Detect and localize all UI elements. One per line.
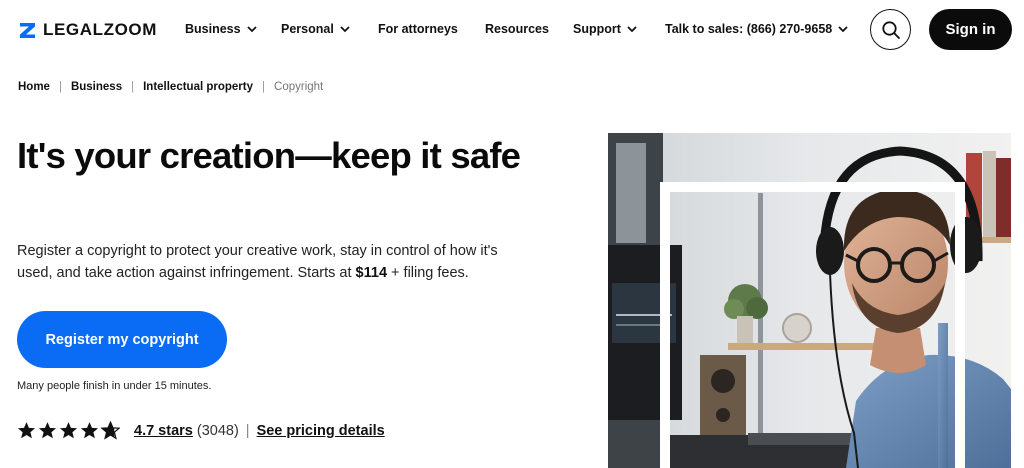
nav-item-talk-to-sales[interactable]: Talk to sales: (866) 270-9658 bbox=[665, 22, 848, 36]
chevron-down-icon bbox=[838, 25, 848, 32]
breadcrumb-separator: | bbox=[131, 81, 135, 93]
hero-photo-illustration bbox=[608, 133, 1011, 468]
nav-item-resources[interactable]: Resources bbox=[485, 22, 549, 36]
breadcrumb: Home | Business | Intellectual property … bbox=[18, 81, 323, 93]
breadcrumb-separator: | bbox=[262, 81, 266, 93]
nav-item-label: Business bbox=[185, 22, 241, 36]
rating-summary: 4.7 stars (3048) | See pricing details bbox=[17, 421, 385, 440]
star-full-icon bbox=[80, 422, 99, 439]
review-count: (3048) bbox=[196, 422, 239, 439]
page-title: It's your creation—keep it safe bbox=[17, 135, 521, 176]
breadcrumb-intellectual-property[interactable]: Intellectual property bbox=[143, 81, 253, 93]
nav-item-label: Personal bbox=[281, 22, 334, 36]
chevron-down-icon bbox=[246, 25, 257, 32]
see-pricing-details-link[interactable]: See pricing details bbox=[257, 423, 385, 439]
sign-in-button[interactable]: Sign in bbox=[929, 9, 1012, 50]
nav-item-label: Resources bbox=[485, 22, 549, 36]
star-full-icon bbox=[38, 422, 57, 439]
search-icon bbox=[881, 20, 900, 39]
finish-time-note: Many people finish in under 15 minutes. bbox=[17, 380, 212, 392]
brand-name: LEGALZOOM bbox=[43, 20, 157, 39]
legalzoom-logo-icon bbox=[18, 20, 37, 40]
breadcrumb-home[interactable]: Home bbox=[18, 81, 50, 93]
chevron-down-icon bbox=[627, 25, 637, 32]
breadcrumb-business[interactable]: Business bbox=[71, 81, 122, 93]
nav-item-business[interactable]: Business bbox=[185, 22, 257, 36]
rating-stars-link[interactable]: 4.7 stars bbox=[134, 423, 193, 439]
star-partial-icon bbox=[101, 421, 120, 440]
nav-item-support[interactable]: Support bbox=[573, 22, 637, 36]
hero-description: Register a copyright to protect your cre… bbox=[17, 240, 517, 284]
legalzoom-logo[interactable]: LEGALZOOM bbox=[18, 20, 157, 40]
chevron-down-icon bbox=[340, 25, 350, 32]
nav-item-label: Talk to sales: (866) 270-9658 bbox=[665, 22, 833, 36]
rating-separator: | bbox=[245, 422, 250, 439]
nav-item-personal[interactable]: Personal bbox=[281, 22, 350, 36]
star-rating bbox=[17, 421, 120, 440]
nav-item-label: Support bbox=[573, 22, 621, 36]
starting-price: $114 bbox=[355, 265, 388, 281]
hero-description-suffix: + filing fees. bbox=[387, 265, 469, 281]
nav-item-label: For attorneys bbox=[378, 22, 458, 36]
nav-item-for-attorneys[interactable]: For attorneys bbox=[378, 22, 458, 36]
search-button[interactable] bbox=[870, 9, 911, 50]
star-full-icon bbox=[59, 422, 78, 439]
hero-photo bbox=[608, 133, 1011, 468]
breadcrumb-separator: | bbox=[58, 81, 62, 93]
breadcrumb-current: Copyright bbox=[274, 81, 324, 93]
site-header: LEGALZOOM Business Personal For attorney… bbox=[0, 0, 1024, 60]
star-full-icon bbox=[17, 422, 36, 439]
register-copyright-button[interactable]: Register my copyright bbox=[17, 311, 227, 368]
